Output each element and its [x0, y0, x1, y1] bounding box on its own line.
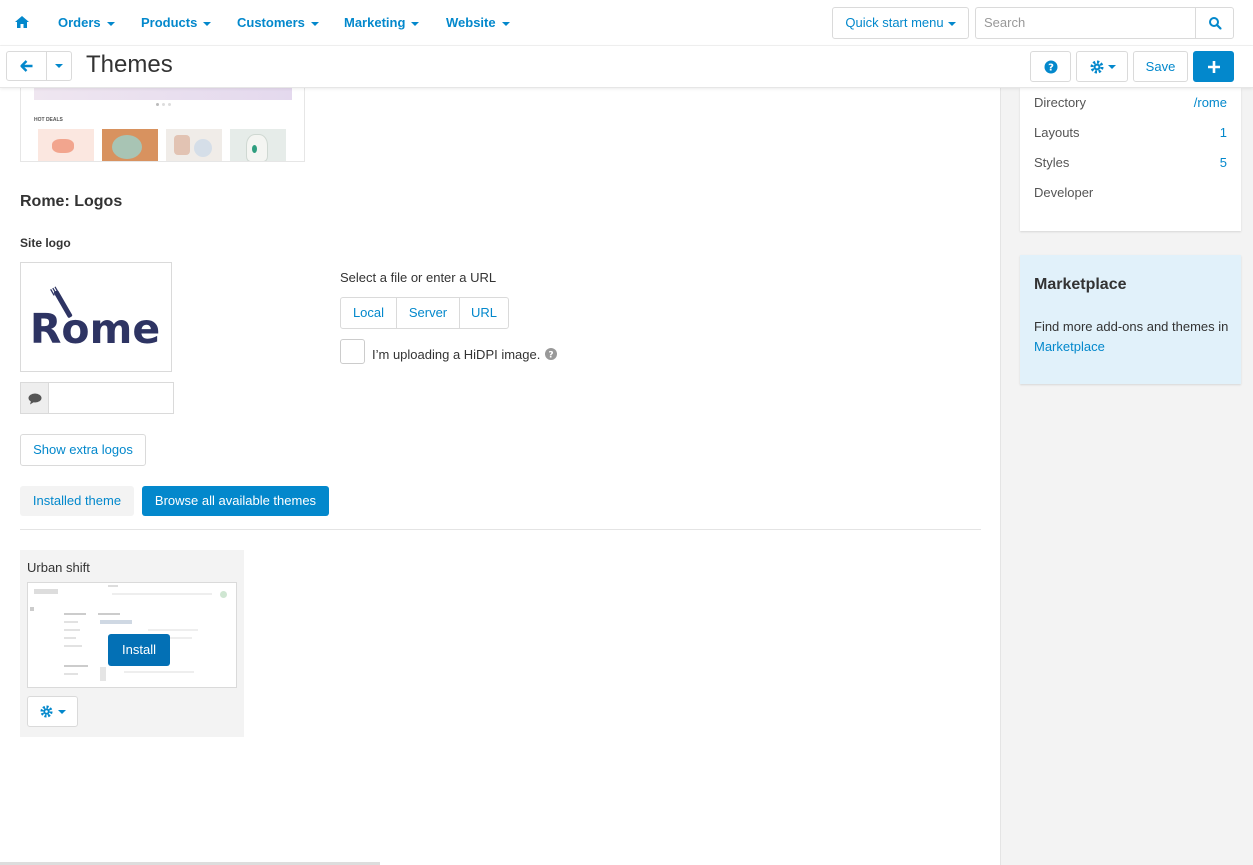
marketplace-title: Marketplace [1034, 276, 1127, 293]
nav-customers-label: Customers [237, 15, 305, 30]
source-url-button[interactable]: URL [459, 297, 509, 329]
save-button[interactable]: Save [1133, 51, 1188, 82]
file-select-label: Select a file or enter a URL [340, 270, 497, 285]
logos-section-title: Rome: Logos [20, 193, 123, 210]
search-button[interactable] [1195, 7, 1234, 39]
marketplace-link[interactable]: Marketplace [1034, 339, 1105, 354]
info-key: Directory [1034, 95, 1087, 110]
settings-dropdown-button[interactable] [1076, 51, 1128, 82]
chevron-down-icon [310, 21, 319, 26]
site-logo-image: Rome [20, 262, 172, 372]
theme-card: Urban shift Install [20, 550, 244, 737]
info-row-layouts: Layouts 1 [1034, 125, 1227, 140]
search-input[interactable]: Search [975, 7, 1196, 39]
hidpi-label: I’m uploading a HiDPI image. [372, 347, 541, 362]
chevron-down-icon [947, 21, 956, 26]
theme-settings-dropdown-button[interactable] [27, 696, 78, 727]
marketplace-card: Marketplace Find more add-ons and themes… [1020, 255, 1241, 384]
comment-icon [28, 393, 42, 405]
page-title: Themes [86, 51, 173, 78]
logo-alt-text-input[interactable] [20, 382, 174, 414]
info-key: Developer [1034, 185, 1094, 200]
source-server-button[interactable]: Server [396, 297, 460, 329]
preview-caption: HOT DEALS [34, 117, 63, 123]
svg-text:?: ? [1048, 62, 1054, 73]
chevron-down-icon [411, 21, 420, 26]
sidebar: Directory /rome Layouts 1 Styles 5 Devel… [1000, 88, 1253, 865]
add-button[interactable] [1193, 51, 1234, 82]
top-navigation: Orders Products Customers Marketing Webs… [0, 0, 1253, 46]
nav-marketing[interactable]: Marketing [344, 15, 420, 30]
nav-products[interactable]: Products [141, 15, 212, 30]
nav-website[interactable]: Website [446, 15, 510, 30]
chevron-down-icon [203, 21, 212, 26]
question-icon: ? [1044, 60, 1057, 73]
quick-start-menu-button[interactable]: Quick start menu [832, 7, 969, 39]
help-button[interactable]: ? [1030, 51, 1071, 82]
preview-product-thumb [230, 129, 286, 161]
current-theme-preview: HOT DEALS [20, 80, 305, 162]
tab-browse-themes[interactable]: Browse all available themes [142, 486, 329, 516]
plus-icon [1207, 60, 1220, 73]
install-button[interactable]: Install [108, 634, 170, 666]
show-extra-logos-button[interactable]: Show extra logos [20, 434, 146, 466]
rome-logo: Rome [30, 286, 160, 353]
page-header: Themes ? Save [0, 46, 1253, 88]
history-dropdown-button[interactable] [46, 51, 72, 81]
nav-products-label: Products [141, 15, 198, 30]
info-row-styles: Styles 5 [1034, 155, 1227, 170]
nav-orders-label: Orders [58, 15, 101, 30]
divider [20, 529, 981, 530]
info-key: Layouts [1034, 125, 1080, 140]
marketplace-text-body: Find more add-ons and themes in [1034, 319, 1229, 334]
nav-marketing-label: Marketing [344, 15, 406, 30]
marketplace-text: Find more add-ons and themes in Marketpl… [1034, 317, 1229, 357]
info-value[interactable]: 5 [1220, 155, 1227, 170]
logo-text: Rome [30, 305, 160, 353]
home-icon[interactable] [14, 14, 30, 30]
gear-icon [40, 705, 53, 718]
tab-installed-theme[interactable]: Installed theme [20, 486, 134, 516]
search-icon [1208, 17, 1221, 30]
quick-start-label: Quick start menu [845, 15, 944, 30]
alt-text-addon [21, 383, 49, 413]
chevron-down-icon [58, 710, 66, 714]
chevron-down-icon [106, 21, 115, 26]
hidpi-checkbox[interactable] [340, 339, 365, 364]
preview-product-thumb [102, 129, 158, 161]
nav-orders[interactable]: Orders [58, 15, 115, 30]
info-value[interactable]: /rome [1194, 95, 1227, 110]
arrow-left-icon [20, 60, 32, 72]
info-key: Styles [1034, 155, 1070, 170]
search-placeholder: Search [984, 15, 1026, 30]
info-row-directory: Directory /rome [1034, 95, 1227, 110]
gear-icon [1090, 60, 1104, 74]
chevron-down-icon [55, 64, 63, 68]
back-button[interactable] [6, 51, 47, 81]
preview-product-thumb [166, 129, 222, 161]
source-local-button[interactable]: Local [340, 297, 397, 329]
nav-website-label: Website [446, 15, 496, 30]
chevron-down-icon [1108, 65, 1116, 69]
question-icon[interactable]: ? [545, 348, 557, 360]
theme-name: Urban shift [27, 560, 90, 575]
preview-product-thumb [38, 129, 94, 161]
info-row-developer: Developer [1034, 185, 1227, 200]
chevron-down-icon [501, 21, 510, 26]
preview-pagination-dots [156, 103, 172, 106]
info-value[interactable]: 1 [1220, 125, 1227, 140]
site-logo-label: Site logo [20, 236, 71, 250]
theme-info-card: Directory /rome Layouts 1 Styles 5 Devel… [1020, 88, 1241, 231]
svg-text:?: ? [548, 350, 553, 360]
nav-customers[interactable]: Customers [237, 15, 319, 30]
